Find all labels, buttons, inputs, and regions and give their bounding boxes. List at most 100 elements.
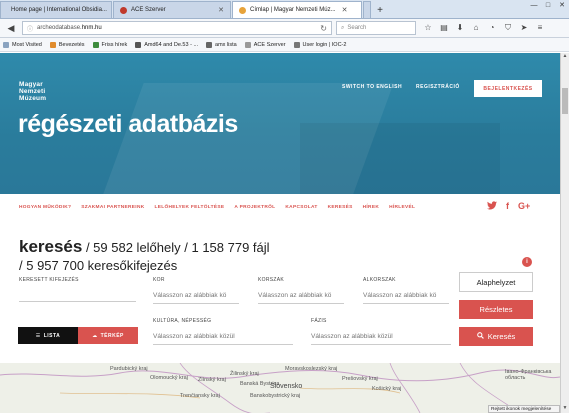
menu-item-partners[interactable]: SZAKMAI PARTNEREINK xyxy=(81,205,144,210)
browser-tab-active[interactable]: Címlap | Magyar Nemzeti Múz... ✕ xyxy=(232,1,362,18)
info-icon[interactable]: ⓘ xyxy=(27,24,33,33)
search-stats: keresés / 59 582 lelőhely / 1 158 779 fá… xyxy=(19,238,270,256)
bookmark-label: User login | IOC-2 xyxy=(302,41,347,48)
reset-button[interactable]: Alaphelyzet xyxy=(459,272,533,292)
menu-item-project[interactable]: A PROJEKTRŐL xyxy=(234,205,275,210)
maximize-icon[interactable]: □ xyxy=(541,0,555,12)
korszak-select[interactable] xyxy=(258,288,344,304)
kor-select[interactable] xyxy=(153,288,239,304)
stats-line-2: / 5 957 700 keresőkifejezés xyxy=(19,258,178,273)
googleplus-icon[interactable]: G+ xyxy=(518,201,530,211)
bookmark-item[interactable]: amx lista xyxy=(206,41,237,48)
close-window-icon[interactable]: ✕ xyxy=(555,0,569,12)
tab-label: Címlap | Magyar Nemzeti Múz... xyxy=(250,7,336,13)
map-view-button[interactable]: ☁ TÉRKÉP xyxy=(78,327,138,344)
star-icon[interactable]: ☆ xyxy=(422,23,434,33)
scroll-down-icon[interactable]: ▼ xyxy=(561,405,569,413)
keyword-input[interactable] xyxy=(19,286,136,302)
view-toggle: ☰ LISTA ☁ TÉRKÉP xyxy=(18,327,138,344)
facebook-icon[interactable]: f xyxy=(506,201,509,211)
map-area[interactable]: Pardubický kraj Olomoucký kraj Moravskos… xyxy=(0,363,560,413)
list-view-button[interactable]: ☰ LISTA xyxy=(18,327,78,344)
switch-language-link[interactable]: SWITCH TO ENGLISH xyxy=(342,84,402,90)
menu-item-upload[interactable]: LELŐHELYEK FELTÖLTÉSE xyxy=(154,205,224,210)
site-logo[interactable]: Magyar Nemzeti Múzeum xyxy=(19,81,46,102)
bookmark-label: Most Visited xyxy=(12,41,42,48)
register-link[interactable]: REGISZTRÁCIÓ xyxy=(416,84,460,90)
fazis-label: FÁZIS xyxy=(311,318,327,324)
map-icon: ☁ xyxy=(92,332,98,339)
login-button[interactable]: BEJELENTKEZÉS xyxy=(474,80,542,97)
page-title: régészeti adatbázis xyxy=(18,110,238,138)
bookmark-label: Friss hírek xyxy=(101,41,128,48)
toolbar-icons: ☆ ▤ ⬇ ⌂ ◔ ⛉ ➤ ≡ xyxy=(422,23,546,33)
bookmark-item[interactable]: Bevezetés xyxy=(49,41,85,48)
close-tab-icon[interactable]: ✕ xyxy=(342,6,348,14)
status-tooltip: Rejtett ikonok megjelenítése xyxy=(488,405,560,413)
reader-icon[interactable]: ▤ xyxy=(438,23,450,33)
twitter-icon[interactable] xyxy=(487,201,497,212)
map-label: Івано-Франківська область xyxy=(505,369,552,381)
url-host: archeodatabase. xyxy=(37,25,82,31)
browser-tab[interactable] xyxy=(363,1,371,18)
menu-item-how[interactable]: HOGYAN MŰKÖDIK? xyxy=(19,205,71,210)
map-label: Pardubický kraj xyxy=(110,366,148,372)
menu-icon[interactable]: ≡ xyxy=(534,23,546,33)
close-tab-icon[interactable]: ✕ xyxy=(218,6,224,14)
new-tab-icon[interactable]: + xyxy=(372,3,388,18)
bookmark-icon xyxy=(49,41,56,48)
bookmark-label: Amd64 and De.53 - ... xyxy=(144,41,199,48)
fazis-select[interactable] xyxy=(311,329,451,345)
bookmark-icon xyxy=(293,41,300,48)
scroll-up-icon[interactable]: ▲ xyxy=(561,53,569,61)
map-label: Banskobystrický kraj xyxy=(250,393,301,399)
search-button[interactable]: Keresés xyxy=(459,327,533,346)
map-label: TÉRKÉP xyxy=(100,332,124,339)
bookmark-item[interactable]: Friss hírek xyxy=(92,41,128,48)
bookmark-item[interactable]: Most Visited xyxy=(3,41,42,48)
kultura-select[interactable] xyxy=(153,329,293,345)
bookmark-icon xyxy=(206,41,213,48)
bookmark-icon xyxy=(135,41,142,48)
back-icon[interactable]: ◀ xyxy=(4,21,18,35)
home-icon[interactable]: ⌂ xyxy=(470,23,482,33)
browser-tab[interactable]: ACE Szerver ✕ xyxy=(113,1,231,18)
korszak-label: KORSZAK xyxy=(258,277,284,283)
bookmark-item[interactable]: User login | IOC-2 xyxy=(293,41,347,48)
reload-icon[interactable]: ↻ xyxy=(320,24,327,33)
info-icon[interactable]: i xyxy=(522,257,532,267)
menu-item-news[interactable]: HÍREK xyxy=(363,205,379,210)
browser-tab[interactable]: Home page | International Obsidia... ✕ xyxy=(0,1,112,18)
map-label: Zlínský kraj xyxy=(198,377,226,383)
logo-line: Magyar xyxy=(19,81,43,88)
page-scrollbar[interactable]: ▲ ▼ xyxy=(560,53,569,413)
bookmark-icon xyxy=(92,41,99,48)
site-favicon-icon xyxy=(120,6,127,14)
list-label: LISTA xyxy=(43,332,61,339)
bookmark-label: Bevezetés xyxy=(58,41,85,48)
menu-item-newsletter[interactable]: HÍRLEVÉL xyxy=(389,205,415,210)
map-label: Olomoucký kraj xyxy=(150,375,188,381)
scrollbar-thumb[interactable] xyxy=(562,88,568,114)
map-label: Žilinský kraj xyxy=(230,371,259,377)
search-input[interactable]: ⌕ Search xyxy=(336,21,416,35)
menu-item-search[interactable]: KERESÉS xyxy=(328,205,353,210)
browser-tab-bar: Home page | International Obsidia... ✕ A… xyxy=(0,0,569,19)
download-icon[interactable]: ⬇ xyxy=(454,23,466,33)
details-button[interactable]: Részletes xyxy=(459,300,533,319)
alkorszak-select[interactable] xyxy=(363,288,449,304)
pocket-icon[interactable]: ◔ xyxy=(486,23,498,33)
send-icon[interactable]: ➤ xyxy=(518,23,530,33)
bookmark-item[interactable]: Amd64 and De.53 - ... xyxy=(135,41,199,48)
bookmark-item[interactable]: ACE Szerver xyxy=(244,41,286,48)
bookmarks-bar: Most Visited Bevezetés Friss hírek Amd64… xyxy=(0,38,569,52)
menu-item-contact[interactable]: KAPCSOLAT xyxy=(285,205,317,210)
bookmark-icon xyxy=(244,41,251,48)
kor-label: KOR xyxy=(153,277,165,283)
url-bar[interactable]: ⓘ archeodatabase. hnm.hu ↻ xyxy=(22,21,332,35)
search-heading: keresés xyxy=(19,237,83,256)
logo-line: Nemzeti xyxy=(19,88,46,95)
shield-icon[interactable]: ⛉ xyxy=(502,23,514,33)
minimize-icon[interactable]: — xyxy=(527,0,541,12)
map-label: Prešovský kraj xyxy=(342,376,378,382)
